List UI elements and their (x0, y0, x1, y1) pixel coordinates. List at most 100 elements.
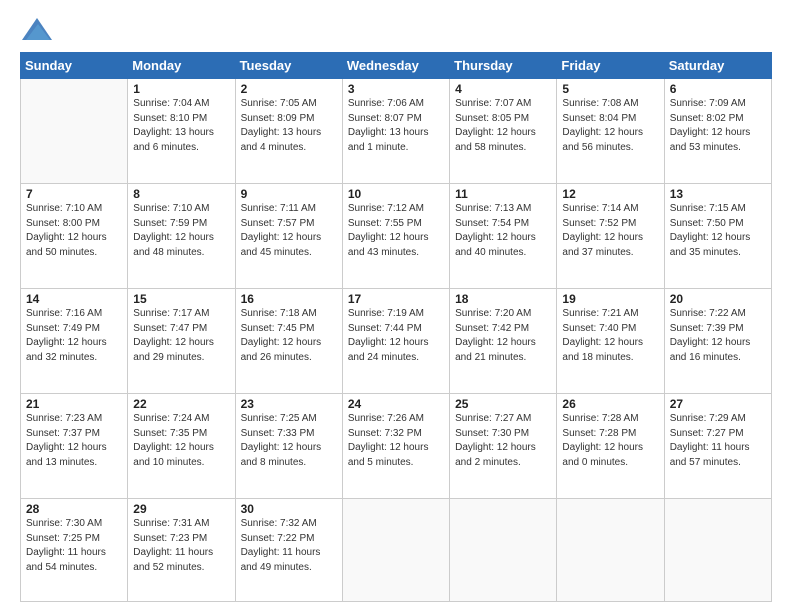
calendar-day-20: 20Sunrise: 7:22 AM Sunset: 7:39 PM Dayli… (664, 289, 771, 394)
calendar-day-empty (450, 499, 557, 602)
day-number: 1 (133, 82, 229, 96)
day-number: 17 (348, 292, 444, 306)
day-info: Sunrise: 7:27 AM Sunset: 7:30 PM Dayligh… (455, 412, 551, 470)
calendar-row-1: 1Sunrise: 7:04 AM Sunset: 8:10 PM Daylig… (21, 79, 772, 184)
calendar-day-26: 26Sunrise: 7:28 AM Sunset: 7:28 PM Dayli… (557, 394, 664, 499)
calendar-day-9: 9Sunrise: 7:11 AM Sunset: 7:57 PM Daylig… (235, 184, 342, 289)
day-number: 30 (241, 502, 337, 516)
day-info: Sunrise: 7:28 AM Sunset: 7:28 PM Dayligh… (562, 412, 658, 470)
calendar-day-11: 11Sunrise: 7:13 AM Sunset: 7:54 PM Dayli… (450, 184, 557, 289)
calendar-day-23: 23Sunrise: 7:25 AM Sunset: 7:33 PM Dayli… (235, 394, 342, 499)
day-number: 8 (133, 187, 229, 201)
day-number: 7 (26, 187, 122, 201)
day-info: Sunrise: 7:09 AM Sunset: 8:02 PM Dayligh… (670, 97, 766, 155)
calendar-day-16: 16Sunrise: 7:18 AM Sunset: 7:45 PM Dayli… (235, 289, 342, 394)
day-info: Sunrise: 7:22 AM Sunset: 7:39 PM Dayligh… (670, 307, 766, 365)
weekday-header-monday: Monday (128, 53, 235, 79)
day-number: 25 (455, 397, 551, 411)
day-info: Sunrise: 7:17 AM Sunset: 7:47 PM Dayligh… (133, 307, 229, 365)
day-number: 9 (241, 187, 337, 201)
day-number: 13 (670, 187, 766, 201)
day-info: Sunrise: 7:11 AM Sunset: 7:57 PM Dayligh… (241, 202, 337, 260)
day-info: Sunrise: 7:10 AM Sunset: 8:00 PM Dayligh… (26, 202, 122, 260)
day-info: Sunrise: 7:06 AM Sunset: 8:07 PM Dayligh… (348, 97, 444, 155)
day-info: Sunrise: 7:13 AM Sunset: 7:54 PM Dayligh… (455, 202, 551, 260)
weekday-header-row: SundayMondayTuesdayWednesdayThursdayFrid… (21, 53, 772, 79)
calendar-day-19: 19Sunrise: 7:21 AM Sunset: 7:40 PM Dayli… (557, 289, 664, 394)
day-info: Sunrise: 7:15 AM Sunset: 7:50 PM Dayligh… (670, 202, 766, 260)
calendar-day-25: 25Sunrise: 7:27 AM Sunset: 7:30 PM Dayli… (450, 394, 557, 499)
weekday-header-thursday: Thursday (450, 53, 557, 79)
day-number: 20 (670, 292, 766, 306)
calendar-day-28: 28Sunrise: 7:30 AM Sunset: 7:25 PM Dayli… (21, 499, 128, 602)
calendar-day-12: 12Sunrise: 7:14 AM Sunset: 7:52 PM Dayli… (557, 184, 664, 289)
weekday-header-friday: Friday (557, 53, 664, 79)
calendar-day-21: 21Sunrise: 7:23 AM Sunset: 7:37 PM Dayli… (21, 394, 128, 499)
calendar-day-29: 29Sunrise: 7:31 AM Sunset: 7:23 PM Dayli… (128, 499, 235, 602)
day-number: 4 (455, 82, 551, 96)
day-number: 29 (133, 502, 229, 516)
day-info: Sunrise: 7:19 AM Sunset: 7:44 PM Dayligh… (348, 307, 444, 365)
day-number: 23 (241, 397, 337, 411)
day-info: Sunrise: 7:05 AM Sunset: 8:09 PM Dayligh… (241, 97, 337, 155)
day-info: Sunrise: 7:20 AM Sunset: 7:42 PM Dayligh… (455, 307, 551, 365)
calendar-day-6: 6Sunrise: 7:09 AM Sunset: 8:02 PM Daylig… (664, 79, 771, 184)
day-info: Sunrise: 7:24 AM Sunset: 7:35 PM Dayligh… (133, 412, 229, 470)
calendar-day-8: 8Sunrise: 7:10 AM Sunset: 7:59 PM Daylig… (128, 184, 235, 289)
day-number: 18 (455, 292, 551, 306)
calendar-day-27: 27Sunrise: 7:29 AM Sunset: 7:27 PM Dayli… (664, 394, 771, 499)
day-info: Sunrise: 7:32 AM Sunset: 7:22 PM Dayligh… (241, 517, 337, 575)
calendar-day-5: 5Sunrise: 7:08 AM Sunset: 8:04 PM Daylig… (557, 79, 664, 184)
day-info: Sunrise: 7:26 AM Sunset: 7:32 PM Dayligh… (348, 412, 444, 470)
calendar-day-empty (342, 499, 449, 602)
logo-icon (22, 18, 52, 40)
day-number: 11 (455, 187, 551, 201)
day-info: Sunrise: 7:16 AM Sunset: 7:49 PM Dayligh… (26, 307, 122, 365)
day-number: 16 (241, 292, 337, 306)
logo (20, 18, 52, 42)
weekday-header-saturday: Saturday (664, 53, 771, 79)
day-info: Sunrise: 7:30 AM Sunset: 7:25 PM Dayligh… (26, 517, 122, 575)
calendar-day-empty (21, 79, 128, 184)
weekday-header-tuesday: Tuesday (235, 53, 342, 79)
day-number: 19 (562, 292, 658, 306)
day-number: 10 (348, 187, 444, 201)
day-number: 5 (562, 82, 658, 96)
calendar-day-13: 13Sunrise: 7:15 AM Sunset: 7:50 PM Dayli… (664, 184, 771, 289)
day-info: Sunrise: 7:10 AM Sunset: 7:59 PM Dayligh… (133, 202, 229, 260)
calendar-day-14: 14Sunrise: 7:16 AM Sunset: 7:49 PM Dayli… (21, 289, 128, 394)
day-info: Sunrise: 7:08 AM Sunset: 8:04 PM Dayligh… (562, 97, 658, 155)
calendar-day-3: 3Sunrise: 7:06 AM Sunset: 8:07 PM Daylig… (342, 79, 449, 184)
day-info: Sunrise: 7:21 AM Sunset: 7:40 PM Dayligh… (562, 307, 658, 365)
day-number: 28 (26, 502, 122, 516)
day-number: 2 (241, 82, 337, 96)
day-info: Sunrise: 7:18 AM Sunset: 7:45 PM Dayligh… (241, 307, 337, 365)
calendar-day-18: 18Sunrise: 7:20 AM Sunset: 7:42 PM Dayli… (450, 289, 557, 394)
calendar-day-7: 7Sunrise: 7:10 AM Sunset: 8:00 PM Daylig… (21, 184, 128, 289)
day-info: Sunrise: 7:25 AM Sunset: 7:33 PM Dayligh… (241, 412, 337, 470)
day-info: Sunrise: 7:29 AM Sunset: 7:27 PM Dayligh… (670, 412, 766, 470)
calendar-day-10: 10Sunrise: 7:12 AM Sunset: 7:55 PM Dayli… (342, 184, 449, 289)
calendar-day-17: 17Sunrise: 7:19 AM Sunset: 7:44 PM Dayli… (342, 289, 449, 394)
day-info: Sunrise: 7:23 AM Sunset: 7:37 PM Dayligh… (26, 412, 122, 470)
calendar-day-4: 4Sunrise: 7:07 AM Sunset: 8:05 PM Daylig… (450, 79, 557, 184)
day-number: 3 (348, 82, 444, 96)
calendar-day-2: 2Sunrise: 7:05 AM Sunset: 8:09 PM Daylig… (235, 79, 342, 184)
calendar-day-empty (557, 499, 664, 602)
calendar-day-24: 24Sunrise: 7:26 AM Sunset: 7:32 PM Dayli… (342, 394, 449, 499)
day-info: Sunrise: 7:14 AM Sunset: 7:52 PM Dayligh… (562, 202, 658, 260)
day-number: 27 (670, 397, 766, 411)
day-number: 24 (348, 397, 444, 411)
day-info: Sunrise: 7:04 AM Sunset: 8:10 PM Dayligh… (133, 97, 229, 155)
day-number: 22 (133, 397, 229, 411)
calendar-row-5: 28Sunrise: 7:30 AM Sunset: 7:25 PM Dayli… (21, 499, 772, 602)
day-number: 14 (26, 292, 122, 306)
weekday-header-wednesday: Wednesday (342, 53, 449, 79)
calendar-row-3: 14Sunrise: 7:16 AM Sunset: 7:49 PM Dayli… (21, 289, 772, 394)
day-number: 15 (133, 292, 229, 306)
day-number: 12 (562, 187, 658, 201)
calendar-day-30: 30Sunrise: 7:32 AM Sunset: 7:22 PM Dayli… (235, 499, 342, 602)
day-number: 6 (670, 82, 766, 96)
day-info: Sunrise: 7:31 AM Sunset: 7:23 PM Dayligh… (133, 517, 229, 575)
day-info: Sunrise: 7:12 AM Sunset: 7:55 PM Dayligh… (348, 202, 444, 260)
